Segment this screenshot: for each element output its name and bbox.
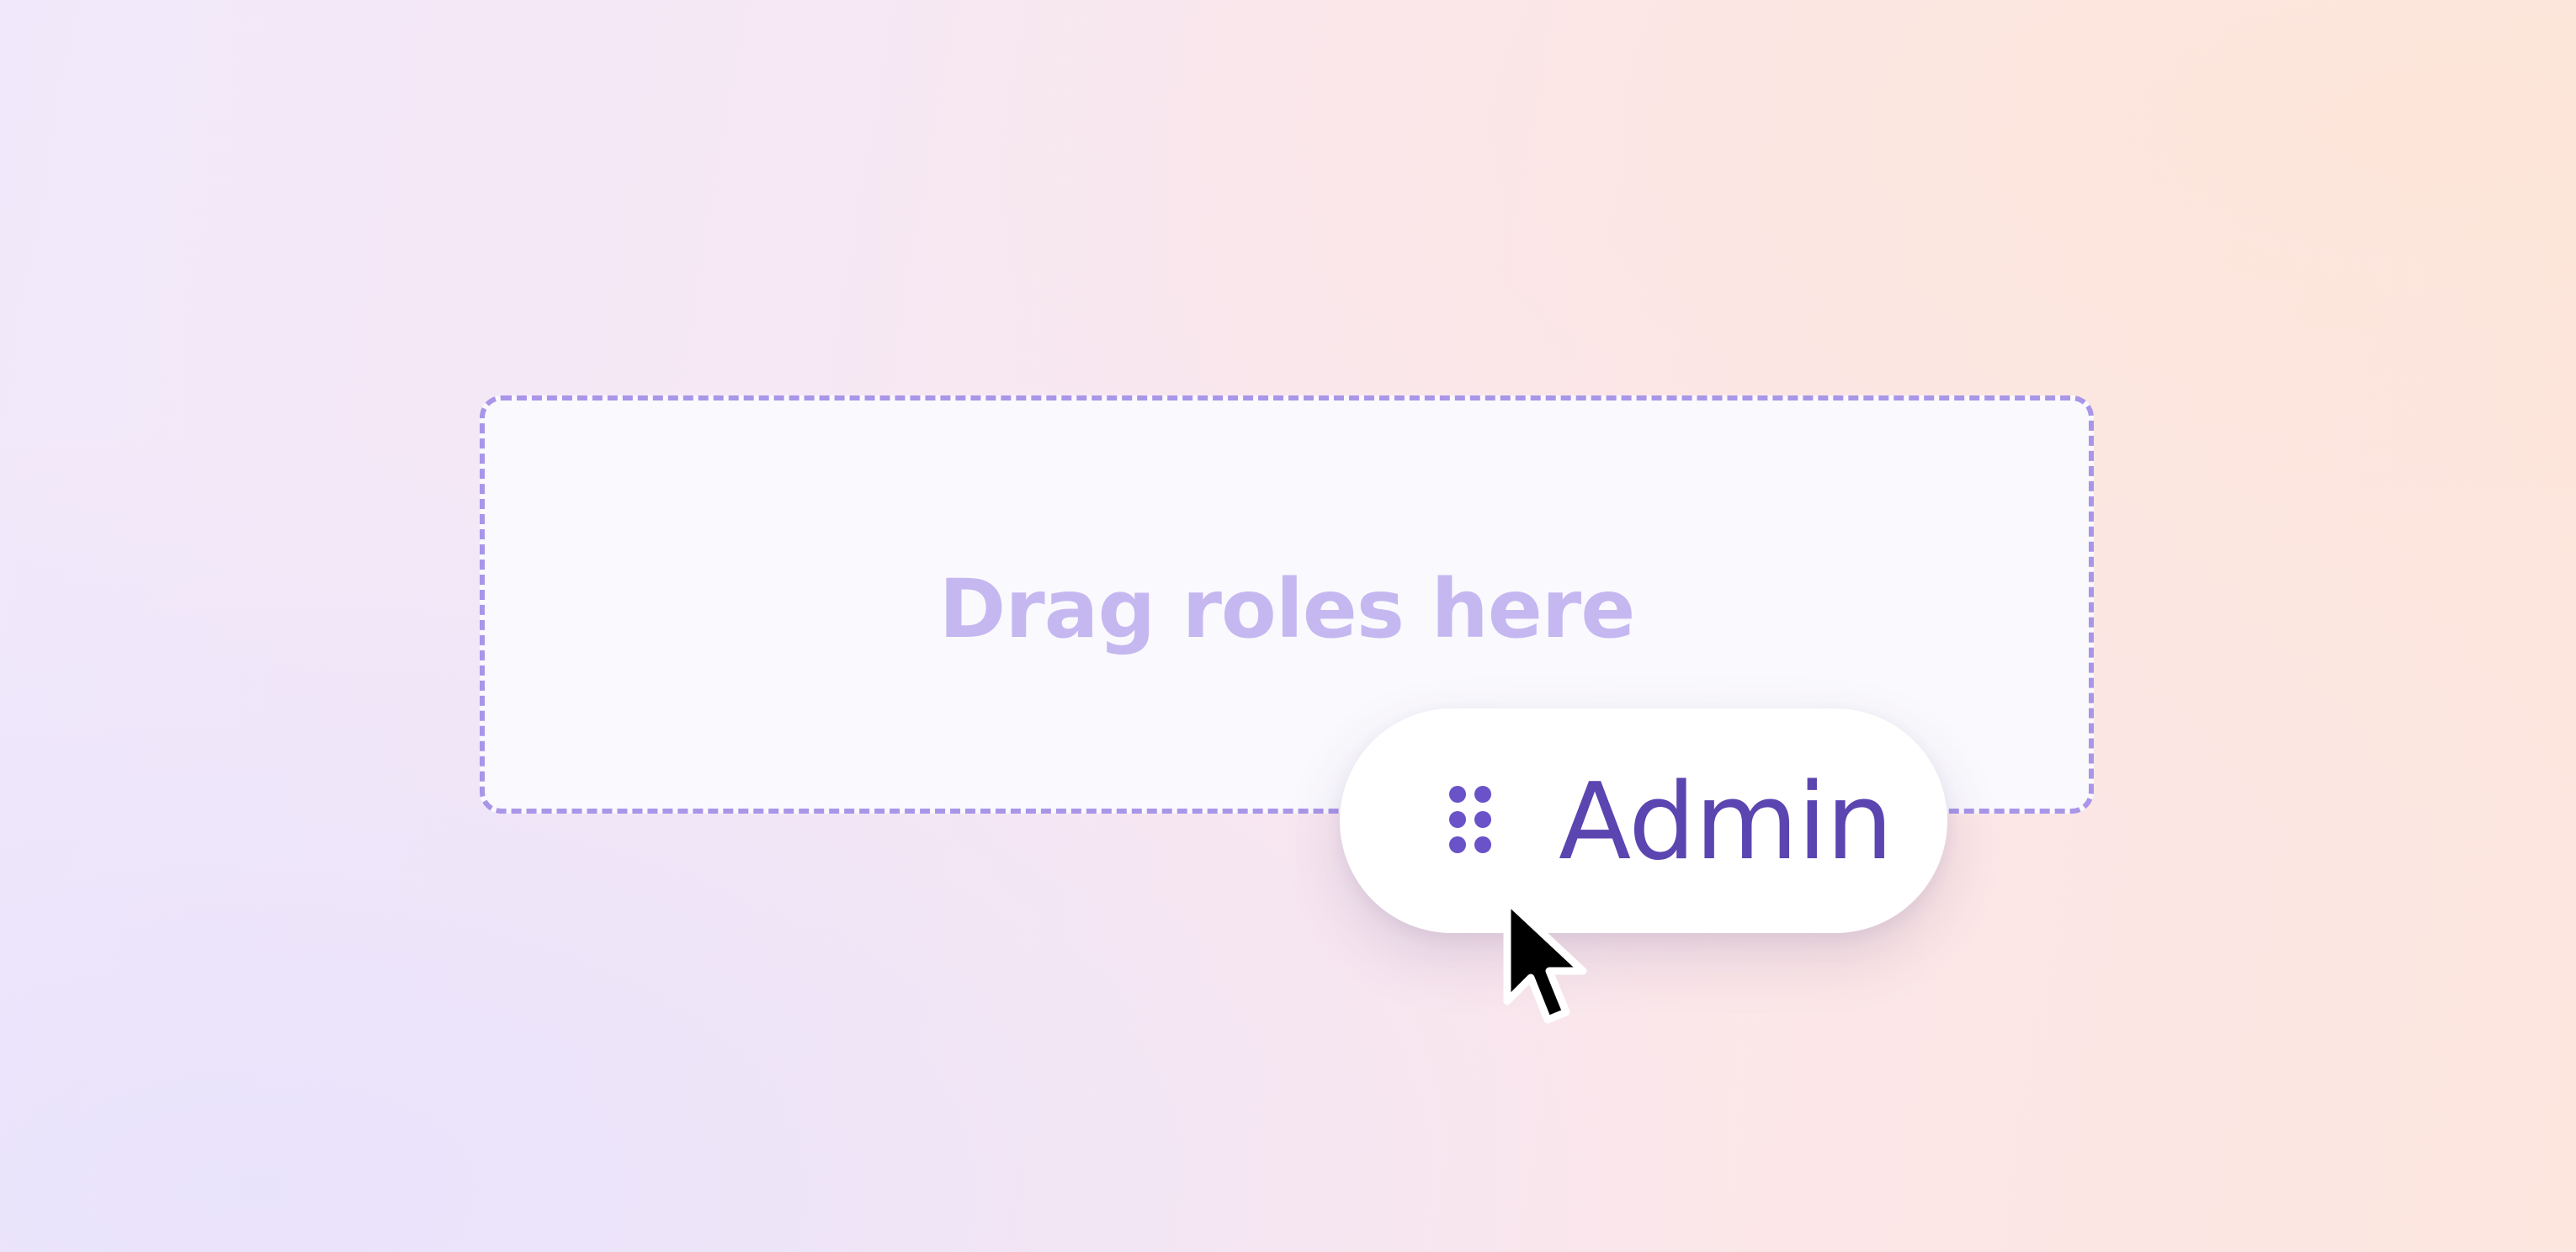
dropzone-placeholder: Drag roles here [938,562,1636,656]
drag-handle-icon[interactable] [1447,784,1493,855]
role-chip-label: Admin [1559,760,1893,883]
cursor-arrow-icon [1503,896,1587,1024]
admin-role-chip[interactable]: Admin [1340,708,1947,933]
